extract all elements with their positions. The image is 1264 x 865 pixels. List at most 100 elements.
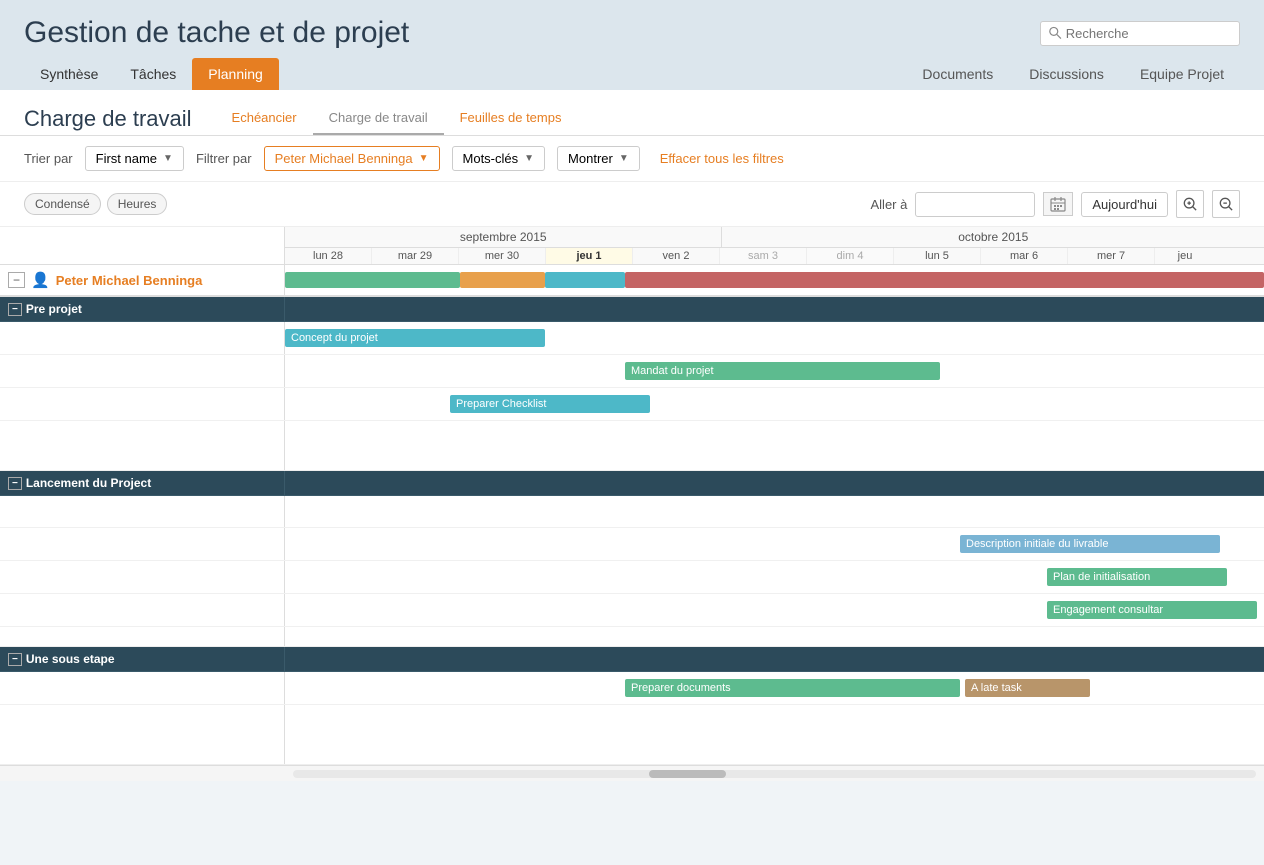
task-row-description: Description initiale du livrable [0, 528, 1264, 561]
sort-dropdown[interactable]: First name ▼ [85, 146, 184, 171]
empty-right-bottom [285, 705, 1264, 764]
resource-bars [285, 265, 1264, 295]
zoom-in-btn[interactable] [1176, 190, 1204, 218]
month-sep: septembre 2015 [285, 227, 722, 247]
day-sam3: sam 3 [720, 248, 807, 264]
tab-feuilles-temps[interactable]: Feuilles de temps [444, 102, 578, 135]
search-input[interactable] [1066, 26, 1231, 41]
section-pre-projet-toggle[interactable]: − [8, 303, 22, 316]
clear-filters-btn[interactable]: Effacer tous les filtres [660, 151, 784, 166]
task-label-concept [0, 322, 285, 354]
toolbar: Trier par First name ▼ Filtrer par Peter… [0, 136, 1264, 182]
date-input[interactable] [915, 192, 1035, 217]
day-lun28: lun 28 [285, 248, 372, 264]
resource-row: − 👤 Peter Michael Benninga [0, 265, 1264, 297]
task-label-plan [0, 561, 285, 593]
task-bar-engagement[interactable]: Engagement consultar [1047, 601, 1257, 619]
day-lun5: lun 5 [894, 248, 981, 264]
resource-name-cell: − 👤 Peter Michael Benninga [0, 265, 285, 295]
task-row-documents: Preparer documents A late task [0, 672, 1264, 705]
month-row: septembre 2015 octobre 2015 [285, 227, 1264, 248]
task-bars-plan: Plan de initialisation [285, 561, 1264, 593]
nav-discussions[interactable]: Discussions [1013, 58, 1120, 90]
hours-btn[interactable]: Heures [107, 193, 168, 215]
main-nav: Synthèse Tâches Planning Documents Discu… [24, 58, 1240, 90]
controls-row: Condensé Heures Aller à Aujourd'hui [0, 182, 1264, 227]
tab-charge-travail[interactable]: Charge de travail [313, 102, 444, 135]
empty-row-lancement [0, 627, 1264, 647]
day-dim4: dim 4 [807, 248, 894, 264]
section-lancement-title: Lancement du Project [26, 476, 151, 490]
empty-right-lancement [285, 627, 1264, 646]
aller-label: Aller à [871, 197, 908, 212]
section-sous-etape-title: Une sous etape [26, 652, 115, 666]
section-souse-etape-header: − Une sous etape [0, 647, 1264, 672]
day-row: lun 28 mar 29 mer 30 jeu 1 ven 2 sam 3 d… [285, 248, 1264, 264]
day-jeu: jeu [1155, 248, 1215, 264]
today-btn[interactable]: Aujourd'hui [1081, 192, 1168, 217]
empty-left-bottom [0, 705, 285, 764]
nav-taches[interactable]: Tâches [114, 58, 192, 90]
empty-left-lancement [0, 627, 285, 646]
scrollbar-track[interactable] [293, 770, 1256, 778]
task-bars-documents: Preparer documents A late task [285, 672, 1264, 704]
resource-collapse-btn[interactable]: − [8, 272, 25, 288]
task-row-engagement: Engagement consultar [0, 594, 1264, 627]
zoom-out-btn[interactable] [1212, 190, 1240, 218]
task-row-checklist: Preparer Checklist [0, 388, 1264, 421]
task-bars-description: Description initiale du livrable [285, 528, 1264, 560]
task-bar-plan[interactable]: Plan de initialisation [1047, 568, 1227, 586]
empty-right-pre-projet [285, 421, 1264, 470]
section-pre-projet-label: − Pre projet [0, 297, 285, 321]
resource-name[interactable]: Peter Michael Benninga [56, 273, 203, 288]
task-bars-concept: Concept du projet [285, 322, 1264, 354]
nav-synthese[interactable]: Synthèse [24, 58, 114, 90]
calendar-icon[interactable] [1043, 192, 1073, 216]
section-pre-projet-title: Pre projet [26, 302, 82, 316]
nav-right: Documents Discussions Equipe Projet [906, 58, 1240, 90]
keywords-dropdown[interactable]: Mots-clés ▼ [452, 146, 546, 171]
task-bar-documents[interactable]: Preparer documents [625, 679, 960, 697]
nav-equipe-projet[interactable]: Equipe Projet [1124, 58, 1240, 90]
nav-left: Synthèse Tâches Planning [24, 58, 279, 90]
task-bar-description[interactable]: Description initiale du livrable [960, 535, 1220, 553]
show-dropdown[interactable]: Montrer ▼ [557, 146, 640, 171]
scrollbar-thumb[interactable] [649, 770, 726, 778]
resource-bar-orange [460, 272, 545, 288]
resource-bar-teal [545, 272, 625, 288]
sort-label: Trier par [24, 151, 73, 166]
resource-bar-red [625, 272, 1264, 288]
task-bar-concept[interactable]: Concept du projet [285, 329, 545, 347]
empty-left-pre-projet [0, 421, 285, 470]
gantt-header-left [0, 227, 285, 264]
task-bar-late[interactable]: A late task [965, 679, 1090, 697]
scrollbar-area [0, 765, 1264, 781]
section-pre-projet-header: − Pre projet [0, 297, 1264, 322]
sort-arrow-icon: ▼ [163, 153, 173, 164]
nav-documents[interactable]: Documents [906, 58, 1009, 90]
filter-label: Filtrer par [196, 151, 252, 166]
search-box[interactable] [1040, 21, 1240, 46]
gantt-header: septembre 2015 octobre 2015 lun 28 mar 2… [0, 227, 1264, 265]
subheader: Charge de travail Echéancier Charge de t… [0, 90, 1264, 136]
condensed-btn[interactable]: Condensé [24, 193, 101, 215]
section-lancement-header: − Lancement du Project [0, 471, 1264, 496]
tab-echeancier[interactable]: Echéancier [216, 102, 313, 135]
app-title: Gestion de tache et de projet [24, 16, 409, 50]
section-sous-etape-toggle[interactable]: − [8, 653, 22, 666]
keywords-label: Mots-clés [463, 151, 519, 166]
gantt-container: septembre 2015 octobre 2015 lun 28 mar 2… [0, 227, 1264, 781]
day-ven2: ven 2 [633, 248, 720, 264]
filter-dropdown[interactable]: Peter Michael Benninga ▼ [264, 146, 440, 171]
nav-planning[interactable]: Planning [192, 58, 279, 90]
task-bar-checklist[interactable]: Preparer Checklist [450, 395, 650, 413]
task-row-plan: Plan de initialisation [0, 561, 1264, 594]
filter-arrow-icon: ▼ [419, 153, 429, 164]
subheader-inner: Charge de travail Echéancier Charge de t… [24, 90, 1240, 135]
task-label-engagement [0, 594, 285, 626]
task-label-description [0, 528, 285, 560]
task-bar-mandat[interactable]: Mandat du projet [625, 362, 940, 380]
section-lancement-toggle[interactable]: − [8, 477, 22, 490]
task-row-mandat: Mandat du projet [0, 355, 1264, 388]
task-bars-checklist: Preparer Checklist [285, 388, 1264, 420]
